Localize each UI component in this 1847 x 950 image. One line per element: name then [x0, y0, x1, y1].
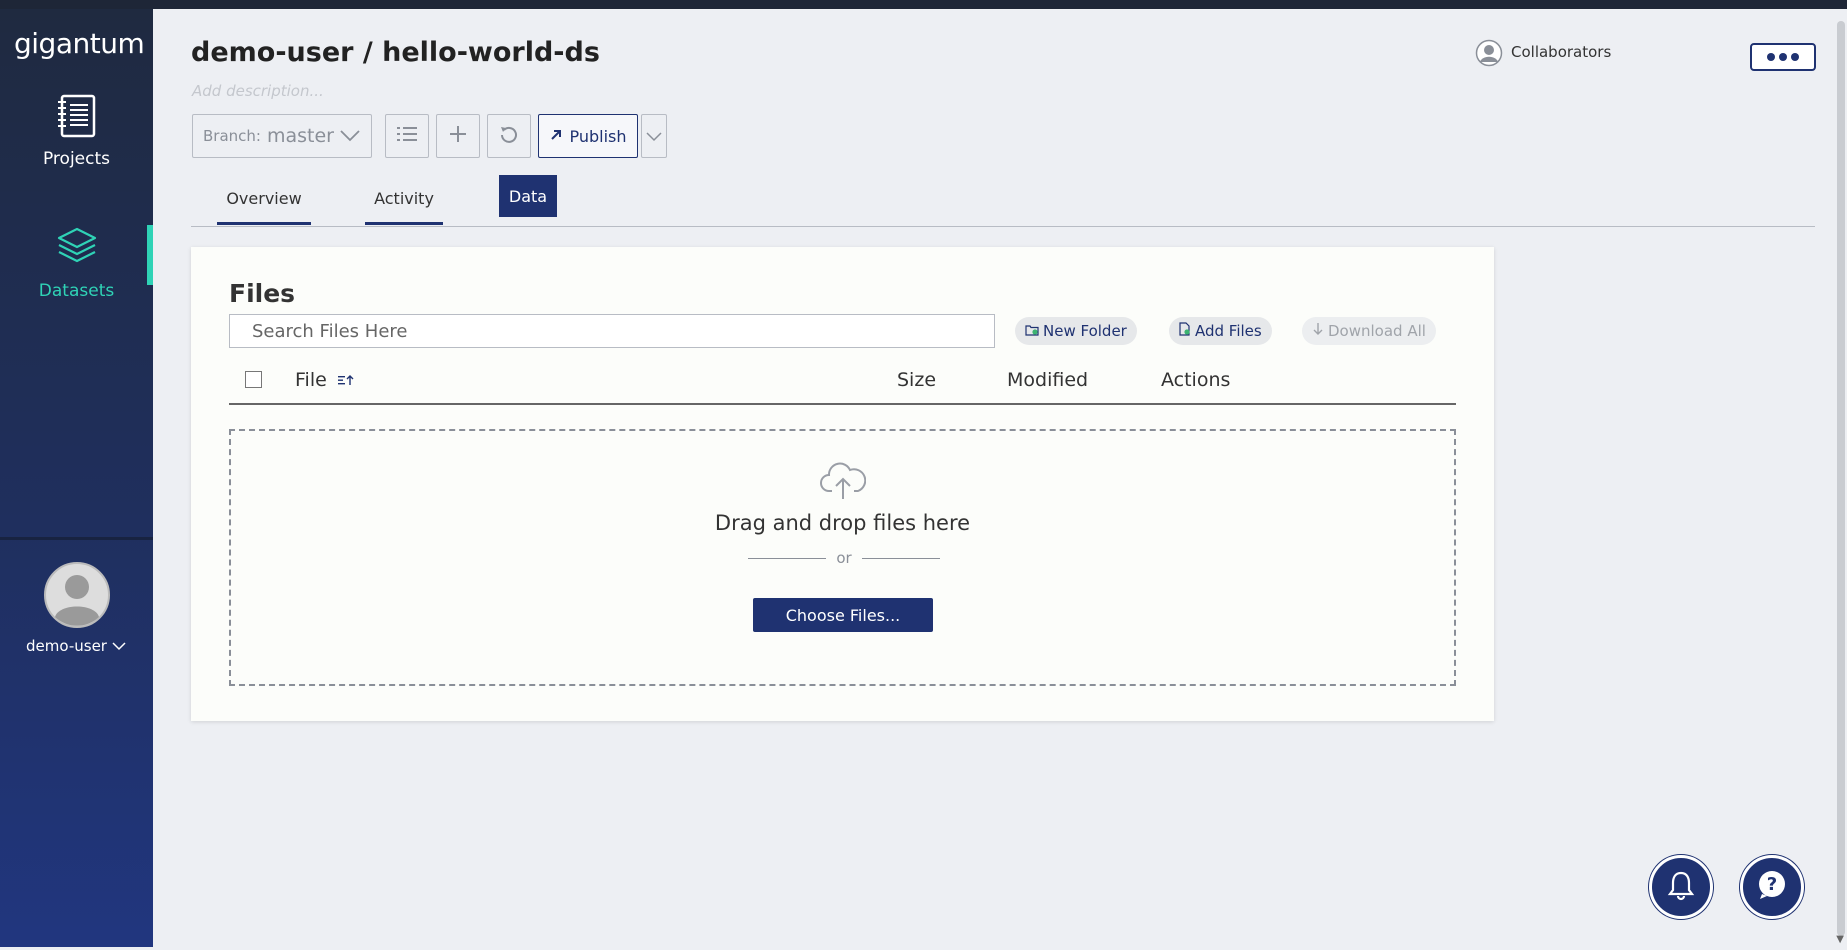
sort-ascending-icon[interactable]: [337, 369, 355, 391]
sidebar-item-projects[interactable]: Projects: [0, 93, 153, 169]
branch-selector[interactable]: Branch: master: [192, 114, 372, 158]
svg-text:?: ?: [1767, 874, 1777, 895]
download-all-label: Download All: [1328, 322, 1426, 340]
column-header-file[interactable]: File: [295, 369, 355, 391]
notebook-icon: [55, 94, 99, 143]
page-title: demo-user / hello-world-ds: [191, 37, 600, 68]
publish-label: Publish: [569, 126, 627, 146]
reset-branch-button[interactable]: [487, 114, 531, 158]
files-table-header: File Size Modified Actions: [229, 359, 1456, 405]
sidebar-item-label: Datasets: [38, 281, 115, 301]
tab-bar: Overview Activity Data: [191, 175, 1815, 227]
new-folder-label: New Folder: [1043, 322, 1127, 340]
list-icon: [396, 125, 418, 147]
collaborators-label: Collaborators: [1511, 43, 1612, 61]
new-folder-button[interactable]: New Folder: [1015, 317, 1137, 345]
search-files-input[interactable]: [229, 314, 995, 348]
add-files-button[interactable]: Add Files: [1169, 317, 1272, 345]
user-circle-icon: [1475, 39, 1503, 71]
chevron-down-icon: [111, 637, 127, 655]
column-header-actions: Actions: [1161, 369, 1231, 391]
branch-prefix: Branch:: [203, 127, 261, 145]
page-scrollbar[interactable]: ▼: [1833, 9, 1847, 947]
or-label: or: [836, 549, 852, 567]
branch-list-button[interactable]: [385, 114, 429, 158]
layers-icon: [55, 227, 99, 275]
column-header-size[interactable]: Size: [897, 369, 936, 391]
plus-icon: [448, 124, 468, 148]
file-add-icon: [1179, 322, 1191, 340]
avatar: [43, 562, 111, 633]
more-icon: [1767, 53, 1799, 61]
tab-activity[interactable]: Activity: [365, 175, 443, 225]
arrow-down-icon: [1312, 322, 1324, 340]
add-files-label: Add Files: [1195, 322, 1262, 340]
user-name: demo-user: [26, 637, 107, 655]
folder-add-icon: [1025, 322, 1039, 340]
chevron-down-icon: [645, 127, 663, 146]
tab-overview[interactable]: Overview: [217, 175, 311, 225]
scrollbar-thumb[interactable]: [1837, 21, 1845, 936]
create-branch-button[interactable]: [436, 114, 480, 158]
user-menu[interactable]: demo-user: [0, 561, 153, 655]
bell-icon: [1664, 868, 1698, 906]
select-all-checkbox[interactable]: [245, 371, 262, 388]
choose-files-button[interactable]: Choose Files...: [753, 598, 933, 632]
publish-button[interactable]: Publish: [538, 114, 638, 158]
publish-dropdown-button[interactable]: [641, 114, 667, 158]
dropzone-text: Drag and drop files here: [714, 511, 971, 535]
collaborators-button[interactable]: Collaborators: [1475, 39, 1611, 71]
app-logo[interactable]: gigantum: [14, 27, 145, 60]
chevron-down-icon: [339, 127, 361, 149]
notifications-button[interactable]: [1649, 855, 1713, 919]
description-field[interactable]: Add description...: [192, 82, 324, 100]
branch-name: master: [266, 125, 334, 147]
question-icon: ?: [1754, 867, 1790, 907]
undo-icon: [499, 124, 519, 148]
cloud-upload-icon: [820, 461, 867, 505]
or-divider: or: [748, 549, 941, 567]
arrow-up-right-icon: [549, 127, 563, 146]
more-options-button[interactable]: [1750, 43, 1816, 71]
sidebar-item-label: Projects: [42, 149, 111, 169]
column-header-modified[interactable]: Modified: [1007, 369, 1088, 391]
files-card: Files New Folder Add Files Download All …: [191, 247, 1494, 721]
sidebar-item-datasets[interactable]: Datasets: [0, 225, 153, 301]
tab-data[interactable]: Data: [499, 175, 557, 217]
scroll-down-arrow-icon[interactable]: ▼: [1836, 934, 1844, 945]
main-content: demo-user / hello-world-ds Add descripti…: [153, 9, 1833, 947]
sidebar: gigantum Projects Datasets demo-user: [0, 9, 153, 947]
sidebar-divider: [0, 537, 153, 540]
window-top-bar: [0, 0, 1847, 9]
help-button[interactable]: ?: [1740, 855, 1804, 919]
file-dropzone[interactable]: Drag and drop files here or Choose Files…: [229, 429, 1456, 686]
download-all-button[interactable]: Download All: [1302, 317, 1436, 345]
files-title: Files: [229, 279, 296, 308]
